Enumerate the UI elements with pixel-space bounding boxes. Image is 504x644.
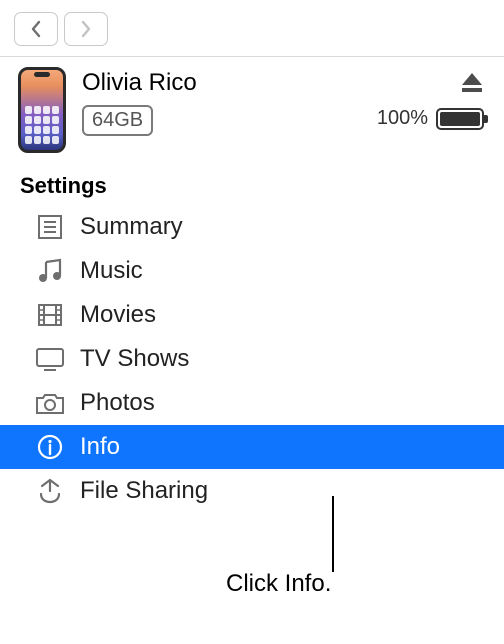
sidebar-item-photos[interactable]: Photos [0,381,504,425]
summary-icon [34,211,66,243]
battery-percent-text: 100% [377,107,428,130]
photos-icon [34,387,66,419]
sidebar-item-label: TV Shows [80,345,189,373]
forward-button[interactable] [64,12,108,46]
battery-status: 100% [377,107,484,130]
sidebar-item-info[interactable]: Info [0,425,504,469]
device-header: Olivia Rico 64GB 100% [0,57,504,161]
filesharing-icon [34,475,66,507]
settings-list: Summary Music Movies TV Shows Photos Inf… [0,205,504,513]
sidebar-item-movies[interactable]: Movies [0,293,504,337]
sidebar-item-label: Music [80,257,143,285]
back-button[interactable] [14,12,58,46]
sidebar-item-label: Photos [80,389,155,417]
storage-badge: 64GB [82,105,153,136]
callout-text: Click Info. [226,570,331,598]
sidebar-item-label: Movies [80,301,156,329]
chevron-left-icon [29,20,43,38]
sidebar-item-label: Summary [80,213,183,241]
device-name: Olivia Rico [82,69,361,97]
tv-icon [34,343,66,375]
chevron-right-icon [79,20,93,38]
sidebar-item-label: File Sharing [80,477,208,505]
eject-icon[interactable] [460,71,484,93]
info-icon [34,431,66,463]
sidebar-item-music[interactable]: Music [0,249,504,293]
music-icon [34,255,66,287]
sidebar-item-label: Info [80,433,120,461]
device-thumbnail [18,67,66,153]
toolbar [0,0,504,57]
sidebar-item-summary[interactable]: Summary [0,205,504,249]
movies-icon [34,299,66,331]
sidebar-item-tvshows[interactable]: TV Shows [0,337,504,381]
callout-line [332,496,334,572]
settings-heading: Settings [0,161,504,205]
sidebar-item-filesharing[interactable]: File Sharing [0,469,504,513]
battery-icon [436,108,484,130]
